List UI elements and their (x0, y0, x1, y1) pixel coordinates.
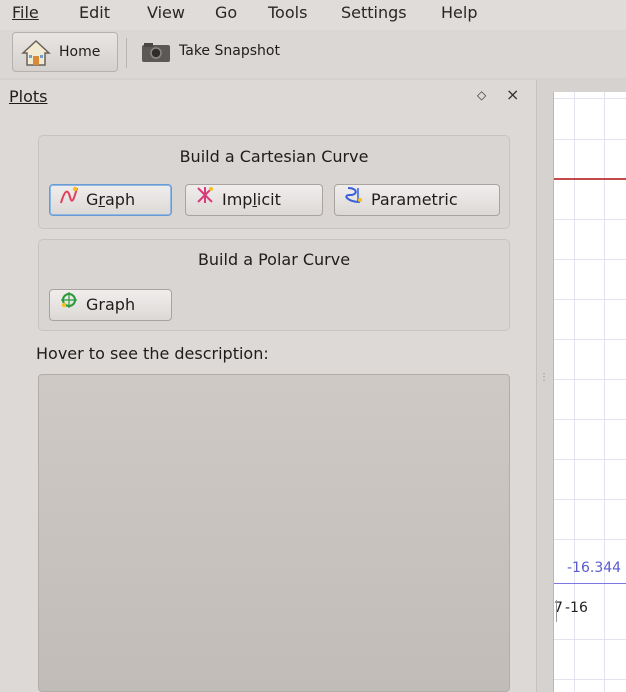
menu-view[interactable]: View (147, 3, 185, 23)
trace-value: -16.344 (567, 560, 622, 576)
close-dock-icon[interactable]: × (506, 85, 519, 104)
toolbar-separator (126, 38, 127, 68)
graph-label-c: aph (104, 190, 136, 209)
home-label: Home (59, 44, 101, 60)
implicit-curve-icon (194, 185, 216, 215)
implicit-label-a: Imp (222, 190, 253, 209)
hover-description-label: Hover to see the description: (36, 344, 269, 363)
dock-title: Plots (9, 87, 48, 106)
grid-line (554, 379, 626, 380)
grid-line (554, 98, 626, 99)
plot-canvas[interactable]: -16.344 -16 (553, 92, 626, 692)
polar-title: Build a Polar Curve (197, 250, 351, 269)
implicit-button[interactable]: Implicit (185, 184, 323, 216)
x-tick-label: -16 (565, 600, 588, 616)
polar-group: Build a Polar Curve Graph (38, 239, 510, 331)
menu-bar: File Edit View Go Tools Settings Help (0, 0, 626, 30)
grid-line (554, 339, 626, 340)
plots-dock: Plots ◇ × Build a Cartesian Curve Graph … (0, 80, 537, 692)
parametric-label: Parametric (371, 190, 458, 209)
parametric-button[interactable]: Parametric (334, 184, 500, 216)
parametric-curve-icon (343, 185, 365, 215)
toolbar: Home Take Snapshot (0, 30, 626, 78)
graph-label-a: G (86, 190, 99, 209)
graph-label-b: r (98, 190, 105, 209)
menu-edit[interactable]: Edit (79, 3, 110, 23)
description-box (38, 374, 510, 692)
cartesian-graph-button[interactable]: Graph (49, 184, 172, 216)
grid-line (554, 299, 626, 300)
menu-go[interactable]: Go (215, 3, 237, 23)
menu-file[interactable]: File (12, 3, 39, 23)
grid-line (554, 679, 626, 680)
grid-line (554, 639, 626, 640)
camera-icon[interactable] (140, 40, 172, 68)
grid-line (554, 539, 626, 540)
grid-line (554, 259, 626, 260)
home-button[interactable]: Home (12, 32, 118, 72)
dock-title-text: Plots (9, 87, 48, 106)
home-icon (21, 39, 51, 71)
function-graph-icon (58, 185, 80, 215)
menu-settings[interactable]: Settings (341, 3, 407, 23)
grid-line (604, 92, 605, 692)
cartesian-title: Build a Cartesian Curve (179, 147, 369, 166)
polar-graph-icon (58, 290, 80, 320)
grid-line (554, 459, 626, 460)
grid-line (554, 499, 626, 500)
implicit-label-c: icit (256, 190, 281, 209)
float-dock-icon[interactable]: ◇ (477, 88, 486, 102)
grid-line (554, 139, 626, 140)
cartesian-group: Build a Cartesian Curve Graph Implicit P… (38, 135, 510, 229)
grid-line (554, 419, 626, 420)
trace-line (554, 583, 626, 584)
menu-file-label: File (12, 3, 39, 22)
menu-tools[interactable]: Tools (268, 3, 307, 23)
polar-graph-label: Graph (86, 295, 136, 314)
menu-help[interactable]: Help (441, 3, 477, 23)
plotted-curve (554, 178, 626, 180)
splitter-handle[interactable]: ⋮ (539, 373, 549, 390)
axis-separator (556, 600, 557, 622)
take-snapshot-button[interactable]: Take Snapshot (179, 43, 280, 59)
polar-graph-button[interactable]: Graph (49, 289, 172, 321)
grid-line (554, 219, 626, 220)
